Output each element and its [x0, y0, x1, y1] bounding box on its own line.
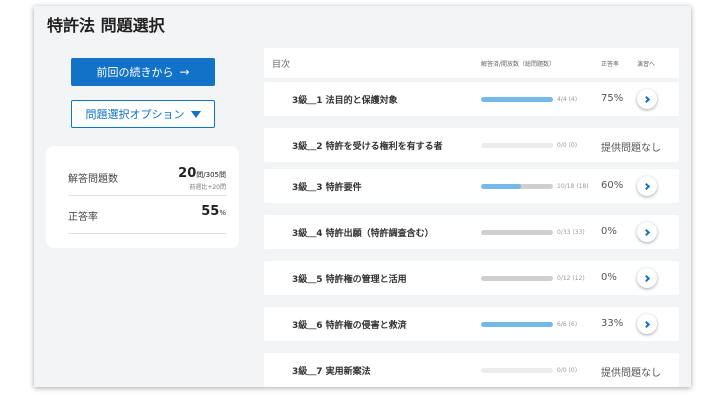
- chevron-right-icon: [642, 95, 650, 103]
- accuracy-rate: 33%: [601, 318, 624, 329]
- accuracy-rate: 提供問題なし: [601, 143, 661, 154]
- practice-button[interactable]: [637, 89, 657, 109]
- chevron-right-icon: [642, 320, 650, 328]
- resume-button[interactable]: 前回の続きから →: [71, 58, 215, 86]
- filter-icon: [190, 110, 201, 118]
- list-header: 目次 解答済/開放数（総問題数） 正答率 演習へ: [264, 48, 679, 78]
- chapter-row[interactable]: 3級＿5 特許権の管理と活用 0/12 (12) 0%: [264, 261, 679, 295]
- progress-count: 10/18 (18): [557, 183, 589, 190]
- progress-bar: [481, 322, 553, 327]
- progress-bar: [481, 143, 553, 148]
- chapter-name: 3級＿7 実用新案法: [292, 367, 371, 377]
- stat-answered-label: 解答問題数: [68, 174, 118, 185]
- chapter-name: 3級＿6 特許権の侵害と救済: [292, 321, 407, 331]
- progress-count: 4/4 (4): [557, 96, 578, 103]
- stat-accuracy: 正答率 55%: [68, 196, 226, 234]
- progress-bar: [481, 97, 553, 102]
- accuracy-rate: 75%: [601, 93, 624, 104]
- progress-bar: [481, 368, 553, 373]
- page-title: 特許法 問題選択: [47, 16, 165, 35]
- stat-answered-value: 20問/305問: [178, 166, 226, 181]
- chapter-name: 3級＿3 特許要件: [292, 183, 362, 193]
- stat-answered-sub: 前週比+20問: [189, 184, 226, 191]
- chapter-row[interactable]: 3級＿4 特許出願（特許調査含む） 0/33 (33) 0%: [264, 215, 679, 249]
- accuracy-rate: 提供問題なし: [601, 368, 661, 379]
- options-button-label: 問題選択オプション: [85, 108, 185, 121]
- accuracy-rate: 0%: [601, 226, 617, 237]
- chapter-row[interactable]: 3級＿1 法目的と保護対象 4/4 (4) 75%: [264, 82, 679, 116]
- chapter-name: 3級＿5 特許権の管理と活用: [292, 275, 407, 285]
- options-button[interactable]: 問題選択オプション: [71, 100, 215, 128]
- chapter-row[interactable]: 3級＿3 特許要件 10/18 (18) 60%: [264, 169, 679, 203]
- progress-count: 0/0 (0): [557, 367, 578, 374]
- chapter-name: 3級＿2 特許を受ける権利を有する者: [292, 142, 443, 152]
- chapter-row[interactable]: 3級＿7 実用新案法 0/0 (0) 提供問題なし: [264, 353, 679, 387]
- practice-button[interactable]: [637, 222, 657, 242]
- practice-button[interactable]: [637, 176, 657, 196]
- chevron-right-icon: [642, 228, 650, 236]
- progress-bar-fill: [481, 97, 553, 102]
- progress-count: 6/6 (6): [557, 321, 578, 328]
- chapter-row[interactable]: 3級＿6 特許権の侵害と救済 6/6 (6) 33%: [264, 307, 679, 341]
- progress-bar: [481, 184, 553, 189]
- list-header-practice: 演習へ: [637, 61, 656, 68]
- list-header-rate: 正答率: [601, 61, 620, 68]
- chevron-right-icon: [642, 182, 650, 190]
- chapter-name: 3級＿4 特許出願（特許調査含む）: [292, 229, 434, 239]
- arrow-right-icon: →: [179, 65, 190, 79]
- stats-card: 解答問題数 20問/305問 前週比+20問 正答率 55%: [46, 146, 239, 248]
- list-header-progress: 解答済/開放数（総問題数）: [481, 61, 556, 68]
- accuracy-rate: 60%: [601, 180, 624, 191]
- app-window: 特許法 問題選択 前回の続きから → 問題選択オプション 解答問題数 20問/3…: [34, 6, 691, 387]
- progress-bar-fill: [481, 184, 522, 189]
- chevron-right-icon: [642, 274, 650, 282]
- chapter-row[interactable]: 3級＿2 特許を受ける権利を有する者 0/0 (0) 提供問題なし: [264, 128, 679, 162]
- progress-count: 0/12 (12): [557, 275, 585, 282]
- practice-button[interactable]: [637, 314, 657, 334]
- accuracy-rate: 0%: [601, 272, 617, 283]
- progress-count: 0/33 (33): [557, 229, 585, 236]
- progress-bar: [481, 276, 553, 281]
- progress-bar: [481, 230, 553, 235]
- list-header-toc: 目次: [272, 60, 291, 70]
- stat-answered: 解答問題数 20問/305問 前週比+20問: [68, 158, 226, 196]
- stat-accuracy-label: 正答率: [68, 212, 98, 223]
- chapter-name: 3級＿1 法目的と保護対象: [292, 96, 398, 106]
- stat-accuracy-value: 55%: [201, 204, 226, 219]
- resume-button-label: 前回の続きから: [96, 66, 174, 79]
- progress-bar-fill: [481, 322, 553, 327]
- progress-count: 0/0 (0): [557, 142, 578, 149]
- practice-button[interactable]: [637, 268, 657, 288]
